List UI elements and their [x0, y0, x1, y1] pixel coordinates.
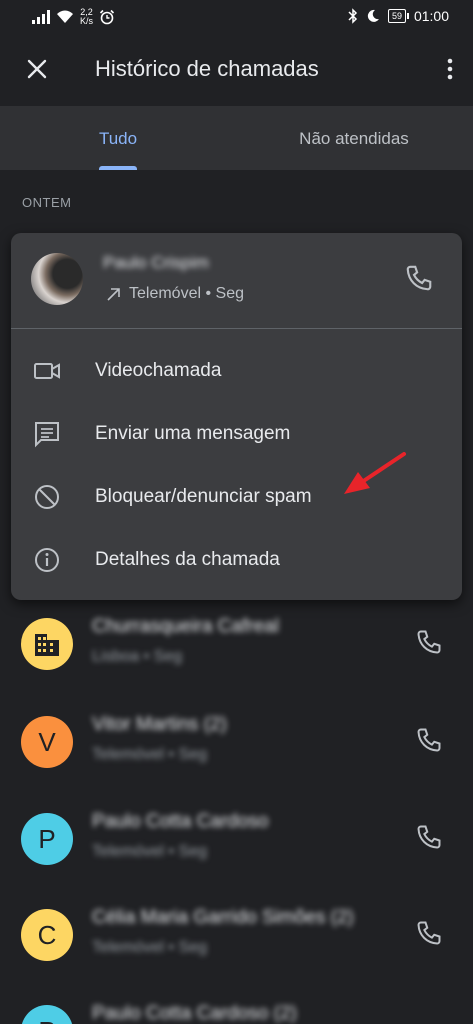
annotation-arrow-icon — [344, 452, 406, 494]
building-icon — [35, 634, 59, 656]
call-details-text: Telemóvel • Seg — [129, 285, 244, 302]
active-tab-indicator — [99, 166, 137, 170]
contact-name: Churrasqueira Cafreal — [92, 616, 279, 637]
page-title: Histórico de chamadas — [95, 56, 319, 81]
list-item[interactable]: Churrasqueira Cafreal Lisboa • Seg — [0, 596, 473, 694]
phone-icon[interactable] — [415, 919, 443, 947]
contact-name: Paulo Crispim — [103, 253, 209, 272]
call-details: Telemóvel • Seg — [105, 285, 244, 303]
avatar: P — [21, 813, 73, 865]
wifi-icon — [57, 10, 73, 23]
phone-icon[interactable] — [415, 823, 443, 851]
menu-item-label: Videochamada — [95, 360, 222, 381]
menu-item-label: Enviar uma mensagem — [95, 423, 291, 444]
contact-name: Vitor Martins (2) — [92, 714, 227, 735]
call-details: Telemóvel • Seg — [92, 843, 207, 860]
outgoing-call-arrow-icon — [107, 288, 120, 301]
section-header: ONTEM — [22, 195, 72, 210]
video-camera-icon — [34, 363, 60, 379]
bluetooth-icon — [348, 8, 357, 24]
tab-missed[interactable]: Não atendidas — [236, 106, 472, 170]
list-item[interactable]: P Paulo Cotta Cardoso (2) — [0, 983, 473, 1024]
call-actions-popup: Paulo Crispim Telemóvel • Seg Videochama… — [11, 233, 462, 600]
do-not-disturb-moon-icon — [367, 9, 379, 22]
avatar — [31, 253, 83, 305]
menu-item-label: Detalhes da chamada — [95, 549, 280, 570]
more-options-icon[interactable] — [445, 54, 455, 84]
contact-name: Paulo Cotta Cardoso (2) — [92, 1003, 297, 1024]
call-details: Lisboa • Seg — [92, 648, 183, 665]
phone-icon[interactable] — [415, 628, 443, 656]
status-bar: 2,2 K/s 59 01:00 — [0, 0, 473, 34]
menu-item-label: Bloquear/denunciar spam — [95, 486, 312, 507]
clock: 01:00 — [413, 8, 449, 24]
app-bar: Histórico de chamadas — [0, 34, 473, 106]
menu-item-video-call[interactable]: Videochamada — [11, 340, 462, 402]
contact-name: Paulo Cotta Cardoso — [92, 811, 269, 832]
block-icon — [35, 485, 59, 509]
battery-indicator: 59 — [387, 9, 409, 23]
tab-all[interactable]: Tudo — [0, 106, 236, 170]
tab-bar: Tudo Não atendidas — [0, 106, 473, 170]
close-icon[interactable] — [22, 54, 52, 84]
contact-name: Célia Maria Garrido Simões (2) — [92, 907, 354, 928]
info-icon — [35, 548, 59, 572]
avatar: V — [21, 716, 73, 768]
alarm-icon — [99, 9, 115, 25]
popup-contact-header: Paulo Crispim Telemóvel • Seg — [11, 233, 462, 329]
list-item[interactable]: P Paulo Cotta Cardoso Telemóvel • Seg — [0, 791, 473, 889]
call-details: Telemóvel • Seg — [92, 939, 207, 956]
menu-item-call-details[interactable]: Detalhes da chamada — [11, 529, 462, 591]
network-speed: 2,2 K/s — [80, 7, 94, 26]
phone-icon[interactable] — [415, 726, 443, 754]
signal-icon — [32, 10, 50, 24]
avatar: P — [21, 1005, 73, 1024]
avatar: C — [21, 909, 73, 961]
avatar — [21, 618, 73, 670]
call-details: Telemóvel • Seg — [92, 746, 207, 763]
list-item[interactable]: V Vitor Martins (2) Telemóvel • Seg — [0, 694, 473, 792]
message-icon — [35, 422, 59, 448]
list-item[interactable]: C Célia Maria Garrido Simões (2) Telemóv… — [0, 887, 473, 985]
phone-icon[interactable] — [404, 263, 434, 293]
